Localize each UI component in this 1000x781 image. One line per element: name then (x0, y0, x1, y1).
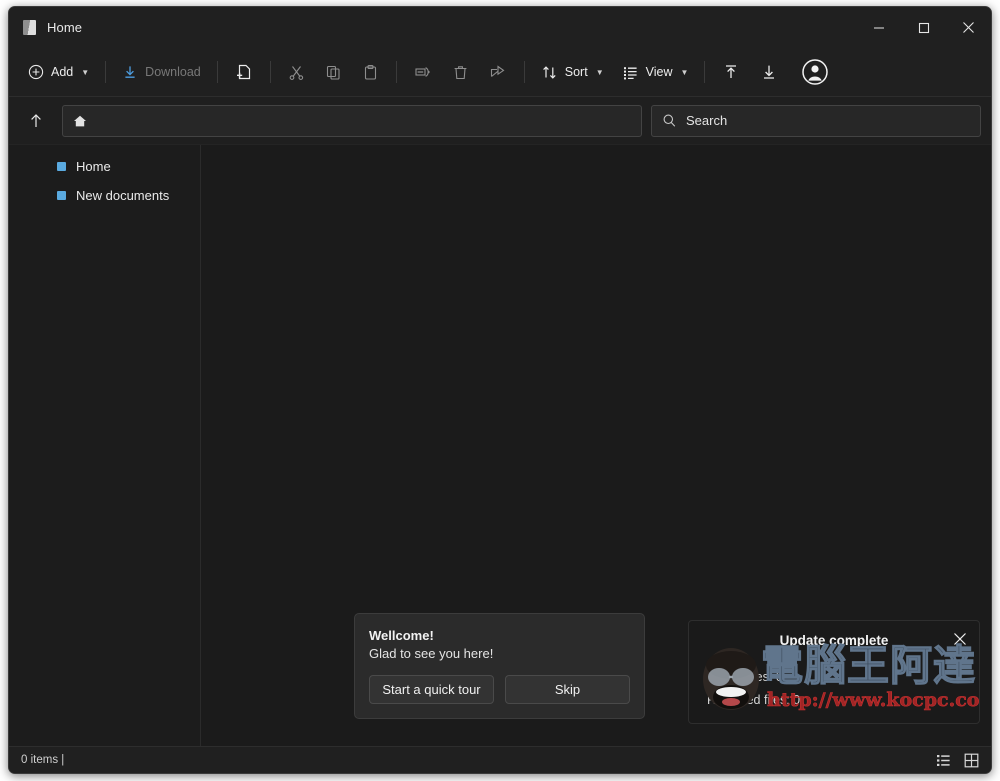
cut-button[interactable] (278, 56, 315, 89)
main-toolbar: Add ▼ Download (9, 48, 991, 97)
search-bar[interactable] (651, 105, 981, 137)
toolbar-separator (105, 61, 106, 83)
paste-icon (362, 64, 379, 81)
download-arrow-icon (760, 63, 778, 81)
sidebar-item-label: Home (76, 159, 111, 174)
view-button[interactable]: View ▼ (613, 56, 698, 89)
trash-icon (452, 64, 469, 81)
view-list-icon (622, 64, 639, 81)
sidebar-item-label: New documents (76, 188, 169, 203)
scissors-icon (288, 64, 305, 81)
toolbar-separator (396, 61, 397, 83)
sidebar-item-home[interactable]: Home (9, 152, 200, 181)
upload-arrow-icon (722, 63, 740, 81)
toolbar-separator (217, 61, 218, 83)
add-button-label: Add (51, 65, 73, 79)
welcome-dialog: Wellcome! Glad to see you here! Start a … (354, 613, 645, 719)
search-input[interactable] (686, 106, 980, 136)
folder-icon (23, 20, 36, 35)
grid-view-icon[interactable] (964, 753, 979, 768)
chevron-down-icon: ▼ (81, 68, 89, 77)
sidebar-item-new-documents[interactable]: New documents (9, 181, 200, 210)
chevron-down-icon: ▼ (596, 68, 604, 77)
address-row (9, 97, 991, 145)
sidebar: Home New documents (9, 145, 201, 746)
share-icon (489, 63, 507, 81)
main-body: Home New documents Wellcome! Glad to see… (9, 145, 991, 746)
title-bar: Home (9, 7, 991, 48)
address-bar[interactable] (62, 105, 642, 137)
welcome-subtitle: Glad to see you here! (369, 646, 630, 661)
status-bar-view-toggles (936, 753, 979, 768)
watermark-text: 電腦王阿達 (761, 645, 976, 687)
status-bar: 0 items | (9, 746, 991, 773)
blue-square-icon (57, 162, 66, 171)
rename-button[interactable] (404, 56, 442, 89)
skip-button[interactable]: Skip (505, 675, 630, 704)
paste-button[interactable] (352, 56, 389, 89)
close-icon[interactable] (951, 630, 969, 648)
share-button[interactable] (479, 56, 517, 89)
toolbar-separator (270, 61, 271, 83)
download-all-button[interactable] (750, 56, 788, 89)
home-icon (73, 114, 87, 128)
download-button-label: Download (145, 65, 201, 79)
list-view-icon[interactable] (936, 753, 951, 768)
added-files-label: Added files: 0 (707, 670, 783, 684)
chevron-down-icon: ▼ (681, 68, 689, 77)
maximize-button[interactable] (901, 7, 946, 48)
user-account-icon (802, 59, 828, 85)
view-button-label: View (646, 65, 673, 79)
copy-icon (325, 64, 342, 81)
account-button[interactable] (792, 56, 838, 89)
copy-button[interactable] (315, 56, 352, 89)
window-title: Home (47, 20, 82, 35)
file-list-area[interactable]: Wellcome! Glad to see you here! Start a … (201, 145, 991, 746)
welcome-title: Wellcome! (369, 628, 630, 643)
window-controls (856, 7, 991, 48)
new-file-icon (235, 63, 253, 81)
search-icon (652, 106, 686, 136)
update-notification-title: Update complete (689, 633, 979, 648)
update-notification: Update complete Added files: 0 Removed f… (688, 620, 980, 724)
rename-icon (414, 63, 432, 81)
add-button[interactable]: Add ▼ (19, 56, 98, 89)
minimize-button[interactable] (856, 7, 901, 48)
sort-icon (541, 64, 558, 81)
sort-button-label: Sort (565, 65, 588, 79)
sort-button[interactable]: Sort ▼ (532, 56, 613, 89)
item-count-label: 0 items | (21, 754, 64, 766)
blue-square-icon (57, 191, 66, 200)
file-manager-window: Home Add ▼ Download (8, 6, 992, 774)
delete-button[interactable] (442, 56, 479, 89)
download-icon (122, 64, 138, 80)
upload-button[interactable] (712, 56, 750, 89)
up-arrow-icon (27, 112, 45, 130)
plus-circle-icon (28, 64, 44, 80)
toolbar-separator (704, 61, 705, 83)
toolbar-separator (524, 61, 525, 83)
welcome-actions: Start a quick tour Skip (369, 675, 630, 704)
download-button[interactable]: Download (113, 56, 210, 89)
close-button[interactable] (946, 7, 991, 48)
removed-files-label: Removed files: 0 (707, 693, 800, 707)
title-bar-left: Home (9, 20, 82, 35)
start-quick-tour-button[interactable]: Start a quick tour (369, 675, 494, 704)
new-file-button[interactable] (225, 56, 263, 89)
navigate-up-button[interactable] (19, 105, 53, 137)
